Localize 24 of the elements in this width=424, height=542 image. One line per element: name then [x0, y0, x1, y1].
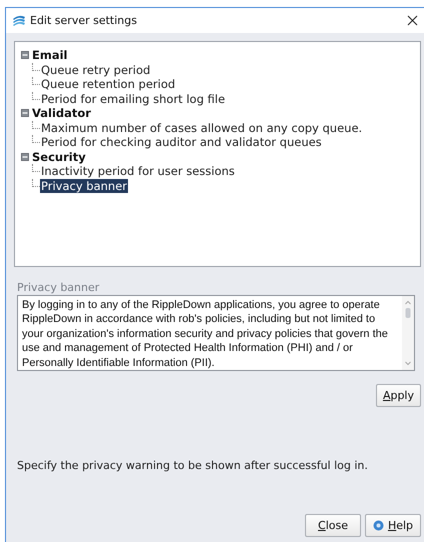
window-title: Edit server settings: [30, 14, 138, 27]
apply-button[interactable]: Apply: [376, 384, 421, 407]
tree-item[interactable]: Queue retry period: [40, 62, 152, 77]
description-text: Specify the privacy warning to be shown after successful log in.: [17, 459, 369, 472]
help-icon: [372, 520, 384, 531]
tree-item[interactable]: Period for emailing short log file: [40, 92, 226, 106]
collapse-icon[interactable]: [21, 152, 29, 161]
tree-item[interactable]: Maximum number of cases allowed on any copy queue.: [40, 120, 364, 135]
tree-group[interactable]: Email: [32, 48, 68, 62]
field-label: Privacy banner: [17, 281, 100, 294]
close-icon[interactable]: [407, 15, 418, 26]
tree-group[interactable]: Validator: [32, 106, 91, 120]
text-area[interactable]: By logging in to any of the RippleDown applications, you agree to operate RippleDown in accordance with rob's policies, including but not limited to your organization's information security and privacy policies that govern the use and management of Protected Health Information (PHI) and / or Personally Identifiable Information (PII).: [17, 295, 415, 371]
tree-item[interactable]: Inactivity period for user sessions: [40, 164, 236, 178]
collapse-icon[interactable]: [21, 51, 29, 60]
collapse-icon[interactable]: [21, 109, 29, 118]
tree-item[interactable]: Queue retention period: [40, 77, 176, 92]
tree-item[interactable]: Period for checking auditor and validator queues: [40, 135, 323, 150]
close-button[interactable]: Close: [305, 514, 361, 537]
app-logo-icon: [12, 14, 26, 26]
scrollbar[interactable]: [402, 296, 414, 370]
help-button[interactable]: Help: [365, 514, 421, 537]
tree-group[interactable]: Security: [32, 150, 86, 164]
tree-item[interactable]: Privacy banner: [40, 178, 128, 193]
